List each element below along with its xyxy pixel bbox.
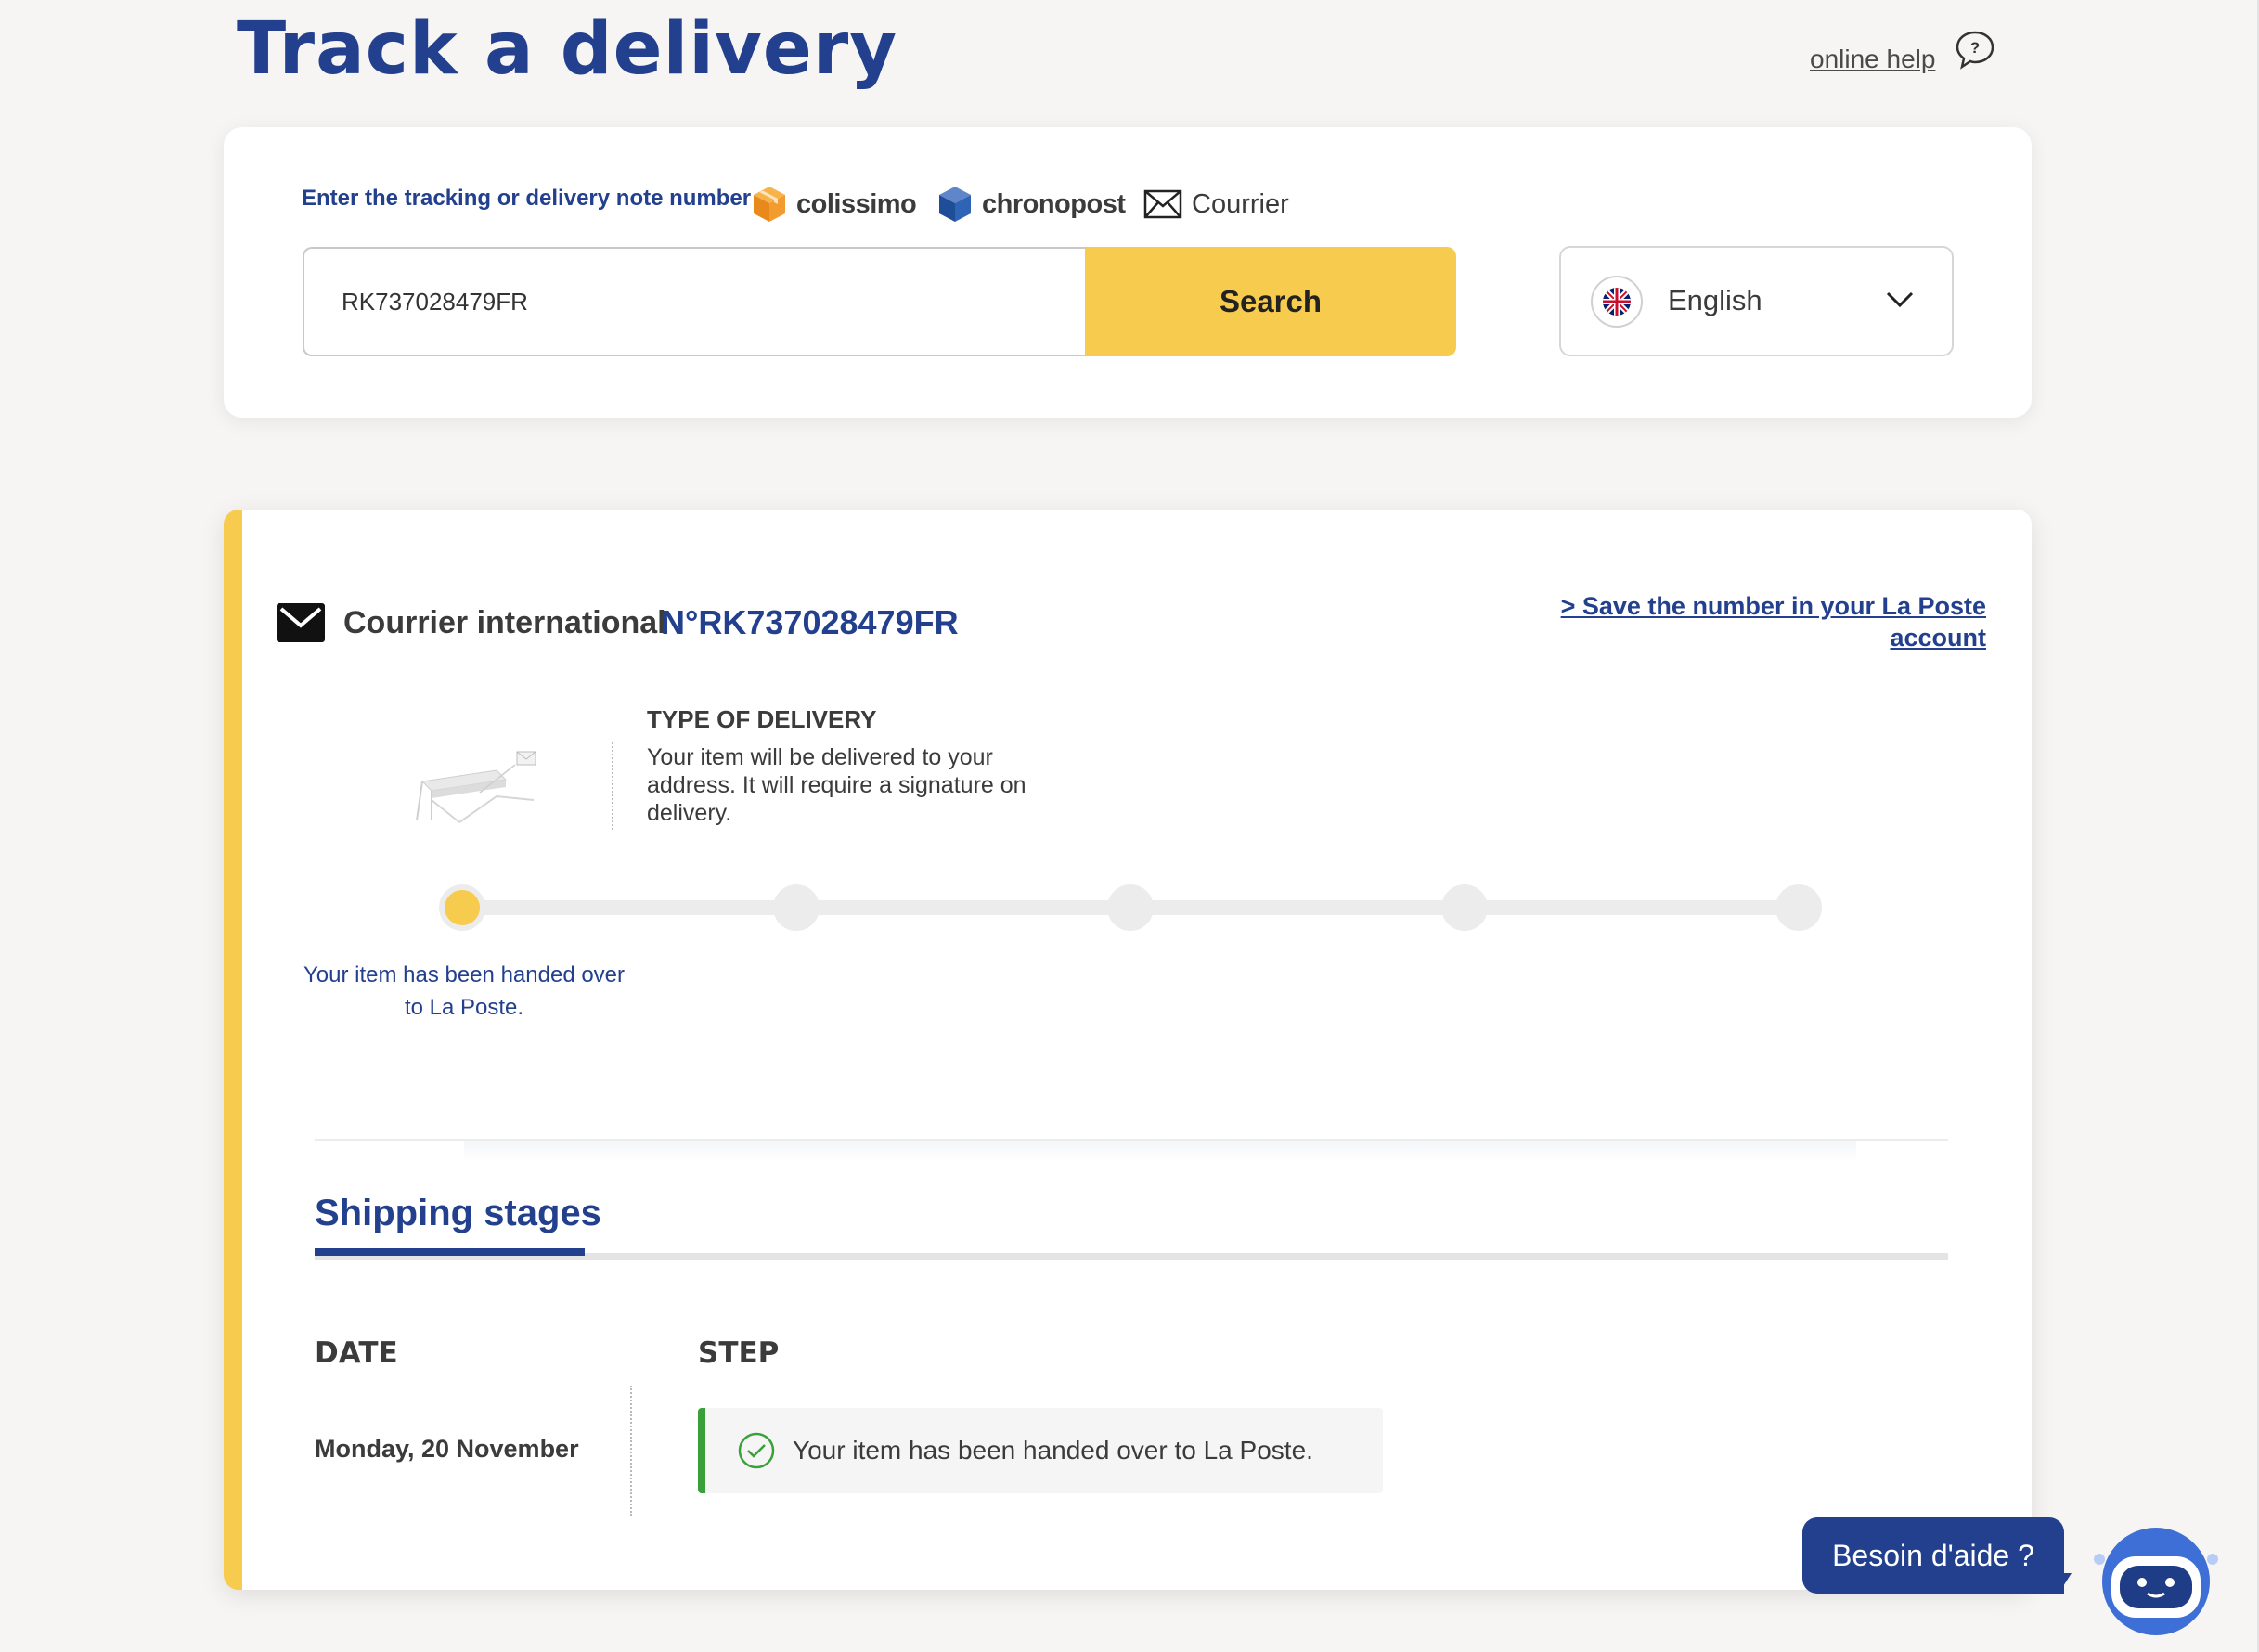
column-header-date: DATE bbox=[315, 1336, 398, 1370]
language-value: English bbox=[1668, 284, 1762, 316]
tab-shipping-stages[interactable]: Shipping stages bbox=[315, 1193, 601, 1234]
tracking-label: Enter the tracking or delivery note numb… bbox=[302, 186, 752, 211]
box-orange-icon bbox=[754, 187, 785, 222]
carrier-name: chronopost bbox=[982, 188, 1126, 219]
carrier-name: Courrier bbox=[1192, 188, 1289, 219]
divider bbox=[612, 742, 613, 830]
chat-bubble-tail bbox=[2059, 1573, 2072, 1594]
divider bbox=[630, 1386, 632, 1516]
mailbox-delivery-icon bbox=[416, 751, 536, 823]
chat-question-icon[interactable]: ? bbox=[1953, 28, 1997, 72]
carrier-chronopost: chronopost bbox=[937, 184, 1126, 225]
stage-step-text: Your item has been handed over to La Pos… bbox=[793, 1436, 1313, 1465]
page-title: Track a delivery bbox=[237, 7, 898, 91]
box-blue-icon bbox=[939, 187, 971, 222]
card-accent-stripe bbox=[224, 510, 242, 1590]
search-button[interactable]: Search bbox=[1085, 247, 1456, 356]
carrier-courrier: Courrier bbox=[1143, 184, 1289, 225]
envelope-icon bbox=[1143, 189, 1182, 219]
timeline-step-1 bbox=[439, 884, 485, 931]
timeline-step-2 bbox=[773, 884, 820, 931]
online-help-link[interactable]: online help bbox=[1810, 45, 1935, 74]
tracking-input[interactable] bbox=[303, 247, 1087, 356]
help-chat-button[interactable]: Besoin d'aide ? bbox=[1802, 1517, 2064, 1594]
timeline-step-4 bbox=[1441, 884, 1488, 931]
timeline-step-3 bbox=[1107, 884, 1154, 931]
shipment-number: N°RK737028479FR bbox=[661, 603, 959, 641]
column-header-step: STEP bbox=[698, 1336, 780, 1370]
check-circle-icon bbox=[738, 1432, 775, 1469]
shipment-type: Courrier international bbox=[343, 605, 666, 640]
carrier-name: colissimo bbox=[796, 188, 917, 219]
svg-text:?: ? bbox=[1970, 39, 1980, 57]
uk-flag-icon bbox=[1591, 276, 1643, 328]
timeline-caption: Your item has been handed over to La Pos… bbox=[303, 962, 626, 1020]
chevron-down-icon[interactable] bbox=[1884, 289, 1916, 311]
save-number-link[interactable]: > Save the number in your La Poste accou… bbox=[1485, 590, 1986, 653]
delivery-type-title: TYPE OF DELIVERY bbox=[647, 705, 877, 733]
envelope-icon bbox=[277, 603, 325, 642]
delivery-type-description: Your item will be delivered to your addr… bbox=[647, 744, 1026, 826]
chatbot-icon[interactable] bbox=[2086, 1525, 2221, 1638]
carrier-colissimo: colissimo bbox=[752, 184, 917, 225]
stage-date: Monday, 20 November bbox=[315, 1435, 579, 1463]
active-tab-indicator bbox=[315, 1248, 585, 1256]
timeline-step-5 bbox=[1775, 884, 1822, 931]
divider-shadow bbox=[464, 1141, 1856, 1161]
